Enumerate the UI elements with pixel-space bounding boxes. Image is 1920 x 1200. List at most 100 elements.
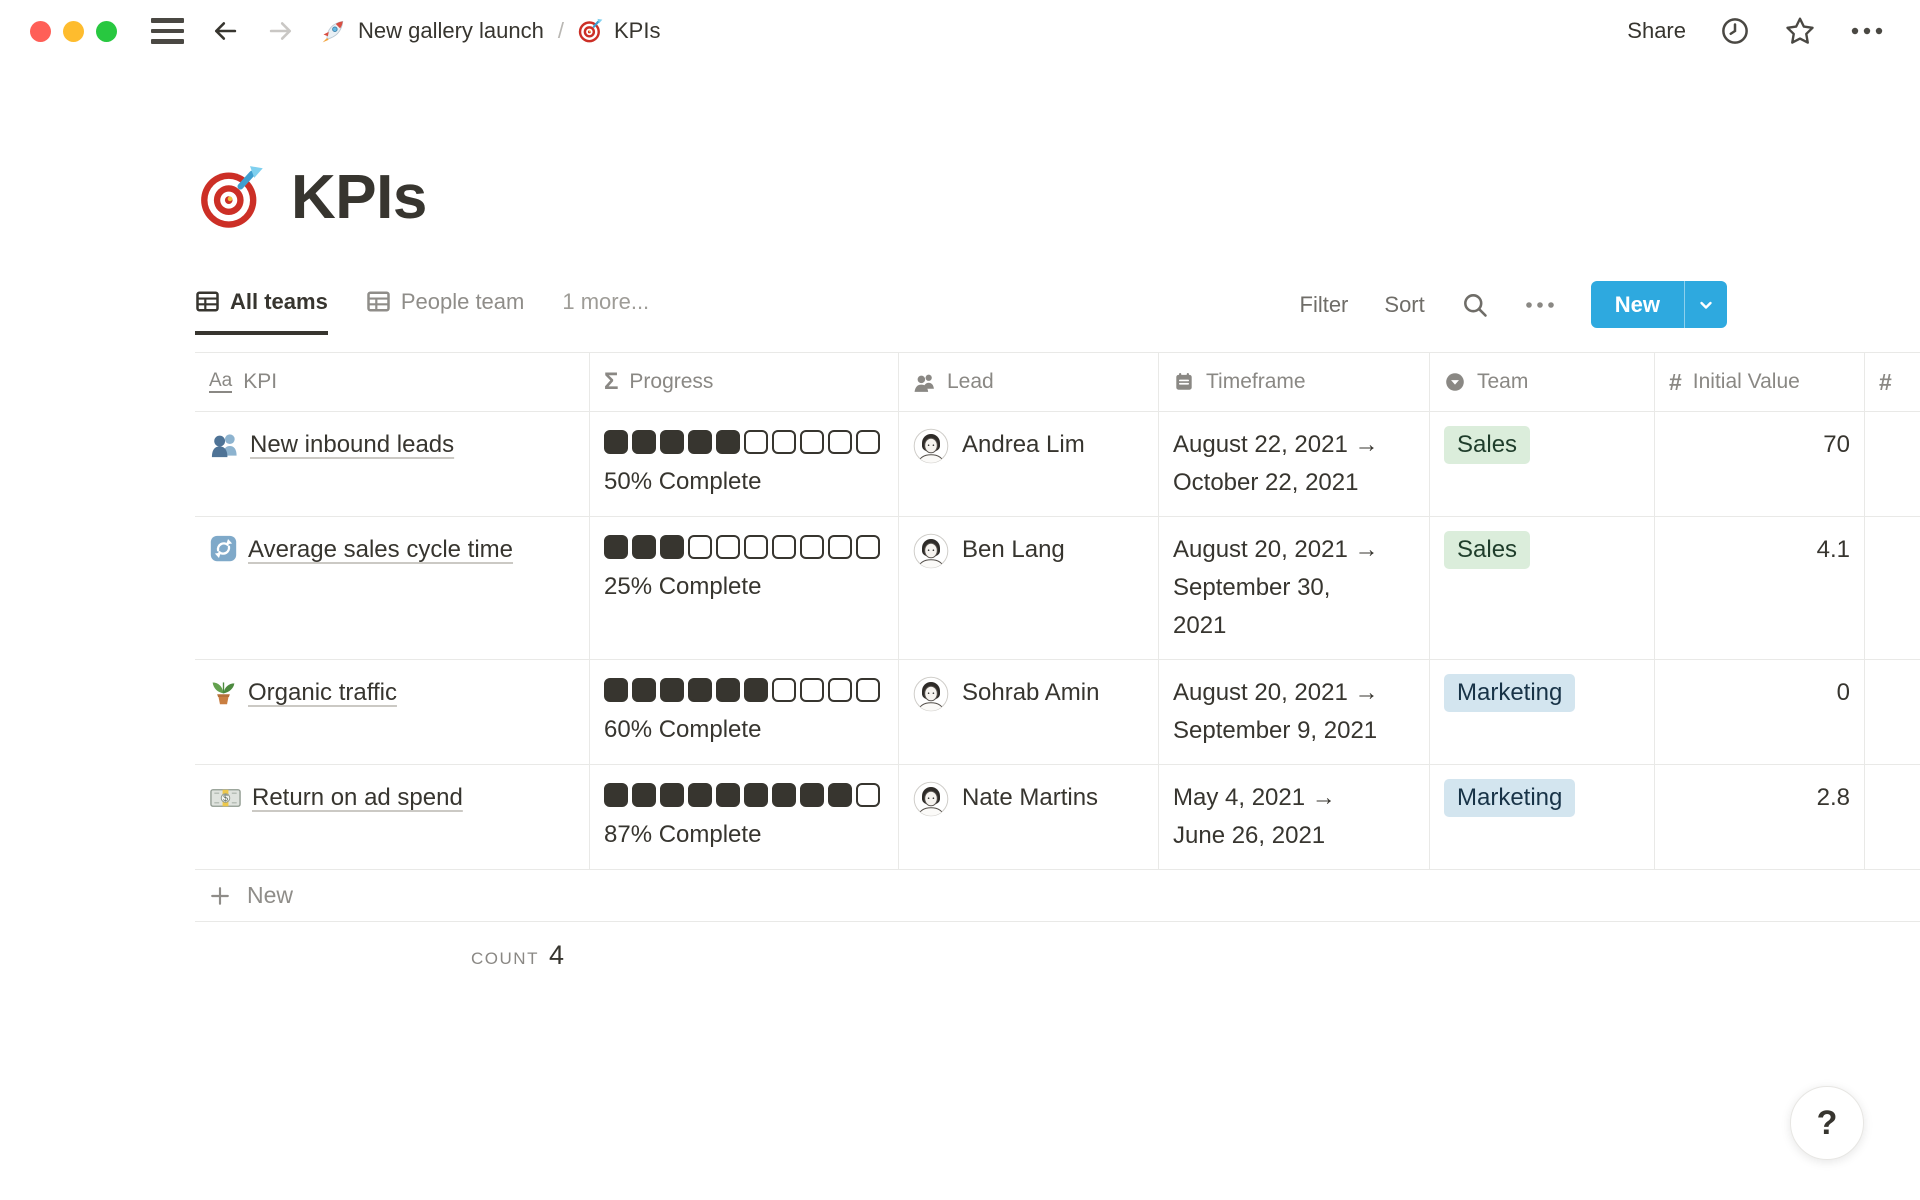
more-views-button[interactable]: 1 more... [562,289,649,331]
breadcrumb-parent[interactable]: New gallery launch [358,18,544,44]
star-icon[interactable] [1784,15,1816,47]
breadcrumb-separator: / [558,18,564,44]
lead-cell[interactable]: Nate Martins [899,765,1159,869]
kpi-row-icon [209,534,238,563]
window-titlebar: New gallery launch / KPIs Share [0,0,1920,62]
text-property-icon: Aa [209,371,232,393]
progress-square-filled [660,783,684,807]
help-button[interactable]: ? [1790,1086,1864,1160]
plus-icon [208,884,232,908]
close-window-button[interactable] [30,21,51,42]
breadcrumb-current[interactable]: KPIs [614,18,660,44]
add-row-button[interactable]: New [195,870,1920,922]
share-button[interactable]: Share [1627,18,1686,44]
lead-cell[interactable]: Sohrab Amin [899,660,1159,764]
kpi-row-icon [209,430,240,458]
team-cell[interactable]: Marketing [1430,765,1655,869]
initial-value-cell[interactable]: 0 [1655,660,1865,764]
progress-square-empty [688,535,712,559]
kpi-cell[interactable]: Organic traffic [195,660,590,764]
lead-name: Nate Martins [962,779,1098,817]
column-header-lead[interactable]: Lead [899,353,1159,411]
extra-cell[interactable] [1865,517,1920,659]
page-target-icon[interactable] [199,164,267,232]
tab-people-team[interactable]: People team [366,289,525,331]
table-header-row: Aa KPI Σ Progress Lead Timeframe [195,352,1920,412]
kpi-page-link[interactable]: Organic traffic [248,679,397,706]
extra-cell[interactable] [1865,412,1920,516]
new-button-label[interactable]: New [1591,281,1684,328]
column-header-timeframe[interactable]: Timeframe [1159,353,1430,411]
progress-square-empty [772,678,796,702]
progress-square-filled [688,430,712,454]
extra-cell[interactable] [1865,660,1920,764]
minimize-window-button[interactable] [63,21,84,42]
team-cell[interactable]: Marketing [1430,660,1655,764]
lead-cell[interactable]: Andrea Lim [899,412,1159,516]
extra-cell[interactable] [1865,765,1920,869]
progress-cell[interactable]: 60% Complete [590,660,899,764]
initial-value-cell[interactable]: 70 [1655,412,1865,516]
initial-value: 4.1 [1817,536,1850,563]
initial-value-cell[interactable]: 2.8 [1655,765,1865,869]
select-property-icon [1444,371,1466,393]
kpi-page-link[interactable]: New inbound leads [250,431,454,458]
lead-cell[interactable]: Ben Lang [899,517,1159,659]
kpi-page-link[interactable]: Return on ad spend [252,784,463,811]
number-property-icon: # [1669,371,1682,394]
progress-cell[interactable]: 25% Complete [590,517,899,659]
avatar [913,533,949,569]
column-header-progress[interactable]: Σ Progress [590,353,899,411]
filter-button[interactable]: Filter [1300,292,1349,318]
kpi-page-link[interactable]: Average sales cycle time [248,536,513,563]
column-header-extra[interactable]: # [1865,353,1920,411]
kpi-cell[interactable]: $Return on ad spend [195,765,590,869]
team-cell[interactable]: Sales [1430,412,1655,516]
timeframe-cell[interactable]: August 22, 2021 → October 22, 2021 [1159,412,1430,516]
timeframe-cell[interactable]: May 4, 2021 → June 26, 2021 [1159,765,1430,869]
progress-square-empty [856,430,880,454]
kpi-row-icon [209,677,238,706]
forward-arrow-icon[interactable] [266,17,296,45]
progress-square-empty [800,535,824,559]
breadcrumb: New gallery launch / KPIs [320,17,660,45]
avatar [913,428,949,464]
count-calculation[interactable]: COUNT4 [195,922,590,971]
column-header-initial-value[interactable]: # Initial Value [1655,353,1865,411]
timeframe-cell[interactable]: August 20, 2021 → September 30, 2021 [1159,517,1430,659]
initial-value-cell[interactable]: 4.1 [1655,517,1865,659]
clock-icon[interactable] [1720,16,1750,46]
progress-square-empty [856,535,880,559]
tab-all-teams[interactable]: All teams [195,289,328,335]
progress-square-filled [716,678,740,702]
new-record-button[interactable]: New [1591,281,1727,328]
progress-cell[interactable]: 87% Complete [590,765,899,869]
kpi-cell[interactable]: New inbound leads [195,412,590,516]
column-header-kpi[interactable]: Aa KPI [195,353,590,411]
timeframe-text: August 22, 2021 → October 22, 2021 [1173,426,1381,502]
progress-square-empty [744,430,768,454]
page-title[interactable]: KPIs [291,162,427,233]
progress-square-empty [828,430,852,454]
chevron-down-icon[interactable] [1685,281,1727,328]
sidebar-menu-icon[interactable] [151,18,184,44]
timeframe-cell[interactable]: August 20, 2021 → September 9, 2021 [1159,660,1430,764]
zoom-window-button[interactable] [96,21,117,42]
view-options-icon[interactable] [1525,300,1555,310]
more-options-icon[interactable] [1850,25,1884,37]
search-icon[interactable] [1461,291,1489,319]
rocket-icon [320,17,348,45]
column-header-team[interactable]: Team [1430,353,1655,411]
tab-label: All teams [230,289,328,315]
progress-cell[interactable]: 50% Complete [590,412,899,516]
team-cell[interactable]: Sales [1430,517,1655,659]
page-header: KPIs [195,162,1920,233]
progress-square-filled [688,678,712,702]
progress-square-filled [660,678,684,702]
team-tag: Marketing [1444,674,1575,712]
progress-square-filled [632,678,656,702]
kpi-cell[interactable]: Average sales cycle time [195,517,590,659]
sort-button[interactable]: Sort [1384,292,1424,318]
back-arrow-icon[interactable] [210,17,240,45]
progress-square-empty [716,535,740,559]
